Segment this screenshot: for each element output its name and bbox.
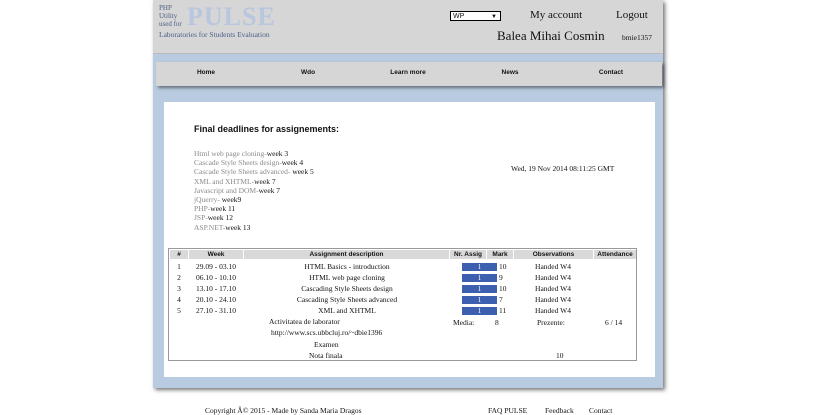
row-week: 06.10 - 10.10 [196, 273, 236, 282]
deadline-name: jQuerry- [194, 195, 222, 205]
final-grade-label: Nota finala [309, 351, 343, 360]
row-observation: Handed W4 [535, 273, 571, 282]
row-mark: 10 [499, 262, 507, 271]
row-description: Cascading Style Sheets advanced [296, 295, 398, 304]
row-observation: Handed W4 [535, 306, 571, 315]
my-account-link[interactable]: My account [530, 9, 582, 21]
deadline-item: XML and XHTML-week 7 [194, 177, 314, 186]
user-id: bmie1357 [622, 33, 652, 42]
media-label: Media: [453, 318, 475, 327]
deadline-week: week9 [221, 195, 242, 205]
row-description: Cascading Style Sheets design [301, 284, 393, 293]
course-select[interactable]: WP ▼ [450, 11, 501, 21]
column-header: Mark [487, 250, 513, 259]
row-description: HTML Basics - introduction [304, 262, 390, 271]
logout-link[interactable]: Logout [616, 9, 648, 21]
row-mark: 7 [499, 295, 503, 304]
column-header: Attendance [594, 250, 636, 259]
activity-url-link[interactable]: http://www.scs.ubbcluj.ro/~dbie1396 [271, 328, 382, 337]
column-header: Nr. Assig [450, 250, 486, 259]
row-week: 13.10 - 17.10 [196, 284, 236, 293]
nav-news[interactable]: News [502, 69, 519, 76]
row-week: 27.10 - 31.10 [196, 306, 236, 315]
nav-home[interactable]: Home [197, 69, 215, 76]
row-description: XML and XHTML [318, 306, 376, 315]
final-grade-value: 10 [556, 351, 564, 360]
nav-wdo[interactable]: Wdo [301, 69, 315, 76]
prezente-label: Prezente: [537, 318, 565, 327]
deadline-name: Javascript and DOM- [194, 185, 259, 195]
row-mark: 10 [499, 284, 507, 293]
deadline-week: week 7 [258, 185, 281, 195]
assignment-count: 1 [462, 274, 497, 282]
deadlines-list: Html web page cloning-week 3 Cascade Sty… [194, 149, 314, 232]
deadline-name: JSP- [194, 213, 208, 223]
user-name: Balea Mihai Cosmin [497, 28, 605, 43]
exam-label: Examen [314, 340, 339, 349]
logo[interactable]: PULSE [187, 4, 276, 30]
deadline-item: Html web page cloning-week 3 [194, 149, 314, 158]
column-header: Week [189, 250, 243, 259]
main-content: Final deadlines for assignements: Html w… [164, 102, 655, 377]
deadline-item: ASP.NET-week 13 [194, 223, 314, 232]
logo-line-2: Utility [159, 12, 178, 20]
logo-small-text: PHP Utility used for [159, 4, 182, 28]
deadline-week: week 13 [225, 222, 251, 232]
assignment-count: 1 [462, 263, 497, 271]
deadline-name: XML and XHTML- [194, 176, 255, 186]
deadline-item: Javascript and DOM-week 7 [194, 186, 314, 195]
row-number: 3 [177, 284, 181, 293]
logo-tagline: Laboratories for Students Evaluation [159, 30, 270, 39]
row-number: 4 [177, 295, 181, 304]
column-header: Observations [514, 250, 593, 259]
row-observation: Handed W4 [535, 295, 571, 304]
header: PHP Utility used for PULSE Laboratories … [153, 0, 663, 54]
deadline-week: week 7 [254, 176, 276, 186]
row-week: 20.10 - 24.10 [196, 295, 236, 304]
nav-contact[interactable]: Contact [599, 69, 623, 76]
row-description: HTML web page cloning [309, 273, 385, 282]
deadline-week: week 4 [281, 158, 304, 168]
deadline-week: week 5 [292, 167, 314, 177]
row-observation: Handed W4 [535, 262, 571, 271]
logo-line-1: PHP [159, 4, 172, 12]
server-datetime: Wed, 19 Nov 2014 08:11:25 GMT [511, 164, 615, 173]
row-number: 1 [177, 262, 181, 271]
assignment-count: 1 [462, 307, 497, 315]
activity-label: Activitatea de laborator [269, 317, 340, 326]
deadline-name: PHP- [194, 204, 211, 214]
logo-line-3: used for [159, 20, 182, 28]
row-mark: 9 [499, 273, 503, 282]
deadline-item: Cascade Style Sheets advanced- week 5 [194, 167, 314, 176]
deadline-name: Html web page cloning- [194, 149, 267, 158]
assignment-count: 1 [462, 285, 497, 293]
deadline-name: ASP.NET- [194, 222, 226, 232]
prezente-value: 6 / 14 [605, 318, 623, 327]
deadline-item: jQuerry- week9 [194, 195, 314, 204]
nav-learn-more[interactable]: Learn more [390, 69, 425, 76]
deadline-item: Cascade Style Sheets design-week 4 [194, 158, 314, 167]
row-mark: 11 [499, 306, 507, 315]
row-number: 5 [177, 306, 181, 315]
deadline-week: week 12 [207, 213, 233, 223]
assignment-count: 1 [462, 296, 497, 304]
row-number: 2 [177, 273, 181, 282]
page-title: Final deadlines for assignements: [194, 124, 340, 134]
deadline-week: week 3 [266, 149, 289, 158]
row-observation: Handed W4 [535, 284, 571, 293]
nav-bar: Home Wdo Learn more News Contact [156, 62, 662, 86]
dropdown-arrow-icon: ▼ [491, 14, 497, 20]
column-header: Assignment description [244, 250, 449, 259]
deadline-item: PHP-week 11 [194, 204, 314, 213]
column-header: # [170, 250, 188, 259]
deadline-week: week 11 [210, 204, 236, 214]
row-week: 29.09 - 03.10 [196, 262, 236, 271]
deadline-name: Cascade Style Sheets advanced- [194, 167, 293, 177]
course-select-value: WP [453, 13, 465, 20]
deadline-name: Cascade Style Sheets design- [194, 158, 282, 168]
media-value: 8 [495, 318, 499, 327]
grades-table: # Week Assignment description Nr. Assig … [168, 248, 637, 361]
deadline-item: JSP-week 12 [194, 213, 314, 222]
